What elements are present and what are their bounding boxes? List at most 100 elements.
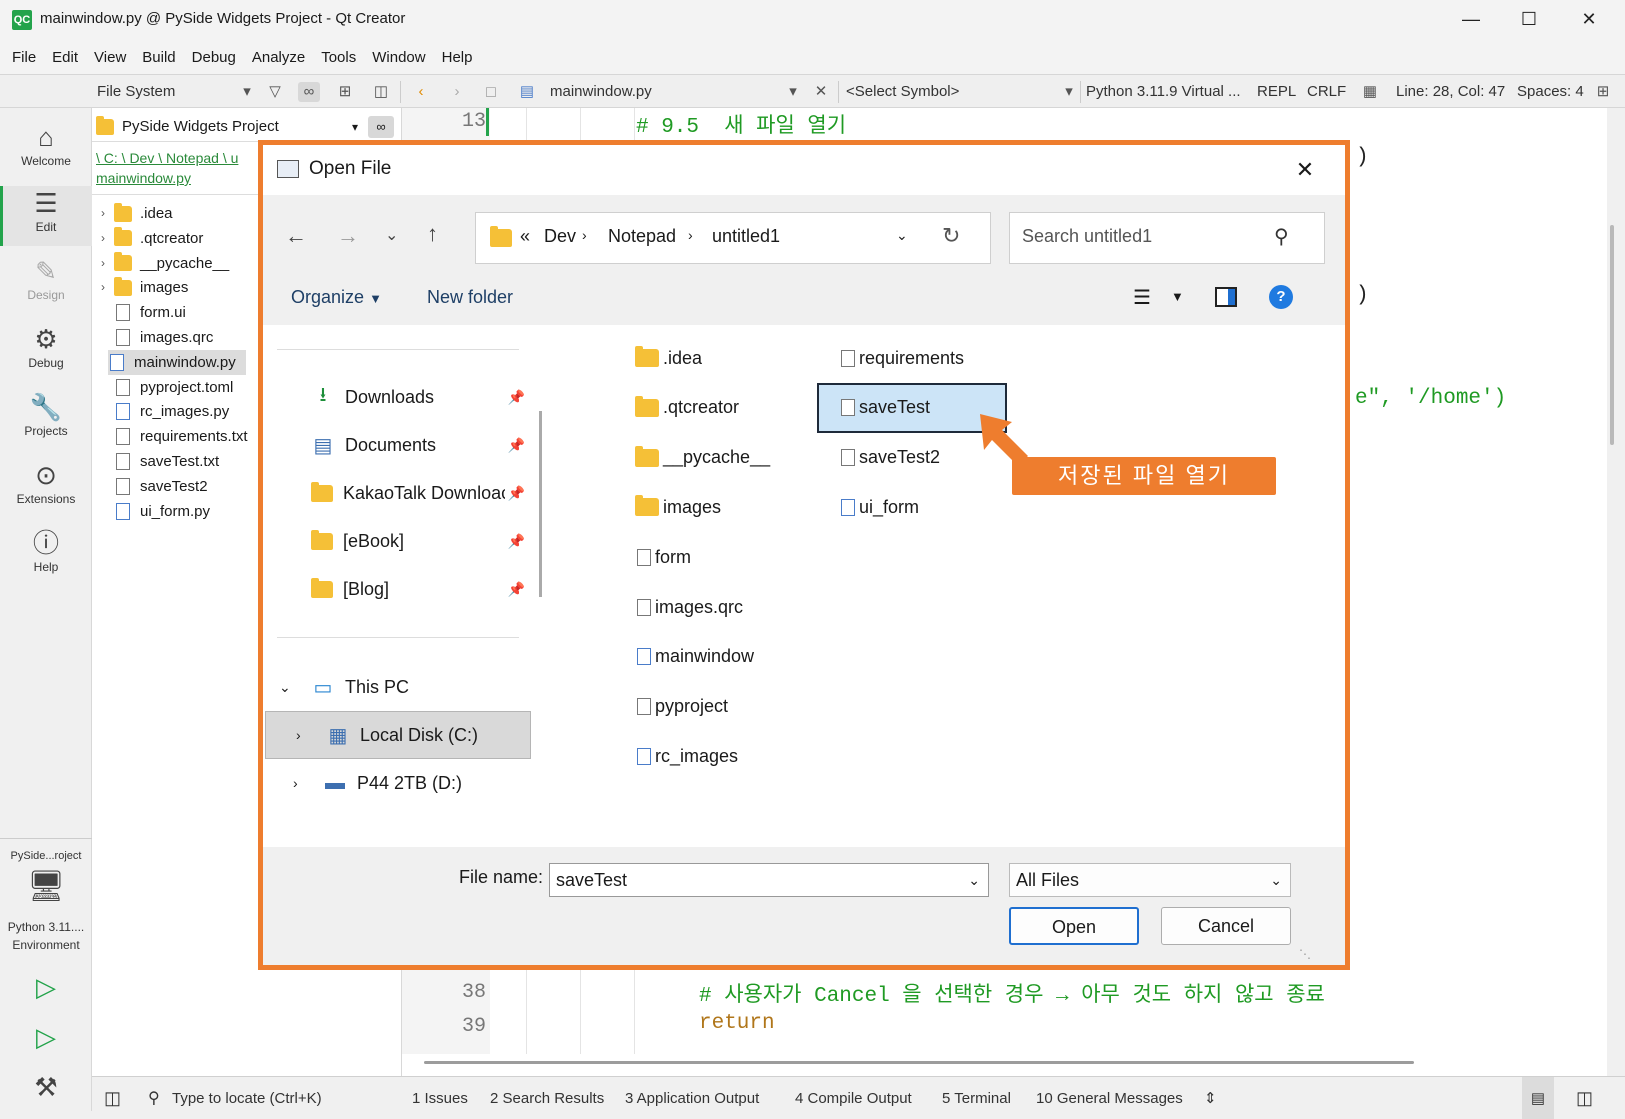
chevron-down-icon[interactable]: ▼: [1171, 289, 1184, 304]
menu-tools[interactable]: Tools: [313, 49, 364, 66]
filesystem-combo[interactable]: File System: [97, 75, 175, 109]
menu-window[interactable]: Window: [364, 49, 433, 66]
menu-file[interactable]: File: [4, 49, 44, 66]
preview-pane-icon[interactable]: [1215, 287, 1237, 307]
nav-scrollbar[interactable]: [539, 411, 542, 597]
file-item[interactable]: pyproject: [635, 682, 825, 732]
file-item[interactable]: form: [635, 532, 825, 582]
repl-button[interactable]: REPL: [1257, 75, 1296, 109]
nav-item[interactable]: ⌄ ▭ This PC: [263, 663, 543, 711]
filename-input[interactable]: saveTest ⌄: [549, 863, 989, 897]
tab-general-messages[interactable]: 10 General Messages: [1036, 1077, 1183, 1119]
chevron-down-icon[interactable]: ⌄: [896, 227, 908, 244]
organize-button[interactable]: Organize ▼: [291, 287, 382, 308]
open-button[interactable]: Open: [1009, 907, 1139, 945]
new-folder-button[interactable]: New folder: [427, 287, 513, 308]
menu-edit[interactable]: Edit: [44, 49, 86, 66]
close-icon[interactable]: ✕: [1566, 4, 1612, 34]
menu-analyze[interactable]: Analyze: [244, 49, 313, 66]
maximize-icon[interactable]: ☐: [1506, 4, 1552, 34]
file-item[interactable]: .idea: [635, 333, 825, 383]
build-button[interactable]: ⚒: [0, 1070, 92, 1104]
symbol-combo[interactable]: <Select Symbol>: [846, 75, 959, 109]
encoding-icon[interactable]: ▦: [1359, 82, 1381, 102]
nav-item[interactable]: KakaoTalk Downloac 📌: [263, 469, 543, 517]
chevron-right-icon[interactable]: ›: [296, 727, 301, 743]
tab-compile-output[interactable]: 4 Compile Output: [795, 1077, 912, 1119]
tree-item[interactable]: mainwindow.py: [108, 349, 246, 375]
progress-toggle-icon[interactable]: ▤: [1522, 1077, 1554, 1119]
pin-icon[interactable]: 📌: [508, 533, 525, 550]
file-type-filter[interactable]: All Files ⌄: [1009, 863, 1291, 897]
menu-debug[interactable]: Debug: [184, 49, 244, 66]
chevron-down-icon[interactable]: ⌄: [968, 864, 980, 896]
back-icon[interactable]: ‹: [410, 82, 432, 102]
sidebar-toggle-icon[interactable]: ◫: [104, 1077, 121, 1119]
indent-setting[interactable]: Spaces: 4: [1517, 75, 1584, 109]
run-button[interactable]: ▷: [0, 970, 92, 1004]
address-bar[interactable]: « Dev › Notepad › untitled1 ⌄ ↻: [475, 212, 991, 264]
vertical-scrollbar[interactable]: [1610, 225, 1614, 445]
mode-edit[interactable]: ☰ Edit: [0, 186, 92, 246]
output-pane-toggle-icon[interactable]: ◫: [1576, 1077, 1593, 1119]
tab-search-results[interactable]: 2 Search Results: [490, 1077, 604, 1119]
pin-icon[interactable]: 📌: [508, 485, 525, 502]
tab-application-output[interactable]: 3 Application Output: [625, 1077, 759, 1119]
tab-terminal[interactable]: 5 Terminal: [942, 1077, 1011, 1119]
line-ending-selector[interactable]: CRLF: [1307, 75, 1346, 109]
nav-item[interactable]: [Blog] 📌: [263, 565, 543, 613]
horizontal-scrollbar[interactable]: [424, 1061, 1414, 1064]
back-arrow-icon[interactable]: ←: [285, 223, 307, 249]
split-editor-icon[interactable]: ⊞: [1592, 82, 1614, 102]
up-arrow-icon[interactable]: ↑: [427, 221, 438, 247]
menu-help[interactable]: Help: [434, 49, 481, 66]
project-combo[interactable]: PySide Widgets Project ▾: [92, 112, 364, 142]
debug-run-button[interactable]: ▷: [0, 1020, 92, 1054]
kit-selector[interactable]: 🖥: [0, 870, 92, 904]
mode-welcome[interactable]: ⌂ Welcome: [0, 120, 92, 168]
link-icon[interactable]: ∞: [298, 82, 320, 102]
file-item[interactable]: .qtcreator: [635, 383, 825, 433]
file-item[interactable]: ui_form: [839, 482, 1029, 532]
locator-input[interactable]: Type to locate (Ctrl+K): [172, 1077, 322, 1119]
file-item[interactable]: images: [635, 482, 825, 532]
forward-icon[interactable]: ›: [446, 82, 468, 102]
open-document-combo[interactable]: mainwindow.py: [550, 75, 652, 109]
view-options-icon[interactable]: ☰: [1133, 285, 1151, 310]
file-item[interactable]: requirements: [839, 333, 1029, 383]
nav-item[interactable]: › ▬ P44 2TB (D:): [263, 759, 543, 807]
mode-extensions[interactable]: ⊙ Extensions: [0, 458, 92, 506]
search-input[interactable]: Search untitled1 ⚲: [1009, 212, 1325, 264]
sidebar-toggle-icon[interactable]: ◫: [370, 82, 392, 102]
resize-grip-icon[interactable]: ⋱: [1299, 947, 1311, 961]
menu-build[interactable]: Build: [134, 49, 183, 66]
more-tabs-icon[interactable]: ⇕: [1204, 1077, 1217, 1119]
cancel-button[interactable]: Cancel: [1161, 907, 1291, 945]
nav-item[interactable]: [eBook] 📌: [263, 517, 543, 565]
file-item[interactable]: __pycache__: [635, 433, 825, 483]
menu-view[interactable]: View: [86, 49, 134, 66]
file-item[interactable]: rc_images: [635, 731, 825, 781]
python-env-selector[interactable]: Python 3.11.9 Virtual ...: [1086, 75, 1241, 109]
file-item[interactable]: images.qrc: [635, 582, 825, 632]
cursor-position[interactable]: Line: 28, Col: 47: [1396, 75, 1505, 109]
nav-item[interactable]: ▤ Documents 📌: [263, 421, 543, 469]
help-icon[interactable]: ?: [1269, 285, 1293, 309]
nav-item[interactable]: ⭳ Downloads 📌: [263, 373, 543, 421]
close-document-icon[interactable]: ✕: [810, 82, 832, 102]
pin-icon[interactable]: 📌: [508, 581, 525, 598]
path-segment-notepad[interactable]: Notepad: [608, 226, 676, 247]
chevron-down-icon[interactable]: ⌄: [279, 679, 291, 696]
recent-locations-icon[interactable]: ⌄: [385, 225, 398, 245]
mode-design[interactable]: ✎ Design: [0, 254, 92, 302]
nav-item[interactable]: › ▦ Local Disk (C:): [265, 711, 531, 759]
pin-icon[interactable]: 📌: [508, 389, 525, 406]
mode-projects[interactable]: 🔧 Projects: [0, 390, 92, 438]
sync-link-icon[interactable]: ∞: [368, 116, 394, 138]
filter-icon[interactable]: ▽: [264, 82, 286, 102]
path-segment-untitled1[interactable]: untitled1: [712, 226, 780, 247]
chevron-down-icon[interactable]: ▾: [782, 82, 804, 102]
dialog-close-icon[interactable]: ✕: [1283, 151, 1327, 189]
forward-arrow-icon[interactable]: →: [337, 223, 359, 249]
breadcrumb-file[interactable]: mainwindow.py: [96, 170, 191, 186]
